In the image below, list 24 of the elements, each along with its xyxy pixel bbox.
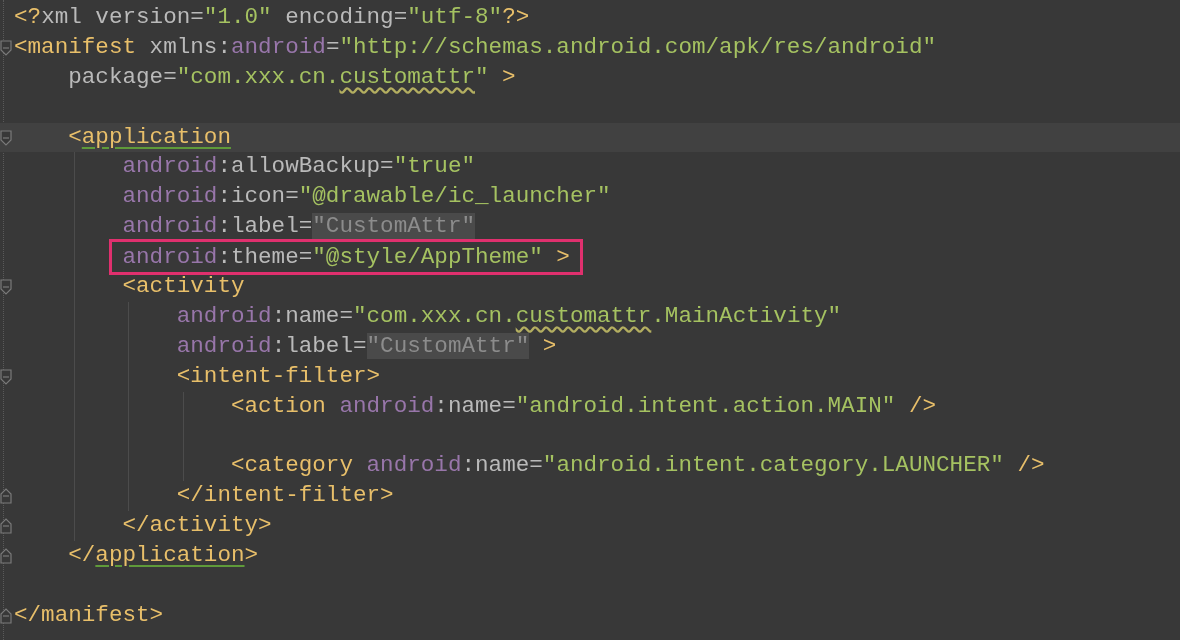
code-line: </manifest> bbox=[14, 600, 164, 630]
fold-icon[interactable] bbox=[0, 488, 12, 505]
code-line: <?xml version="1.0" encoding="utf-8"?> bbox=[14, 3, 530, 32]
code-line: <manifest xmlns:android="http://schemas.android.com/apk/res/android" bbox=[14, 32, 936, 62]
fold-icon[interactable] bbox=[0, 548, 12, 565]
fold-icon[interactable] bbox=[0, 518, 12, 535]
code-line: </intent-filter> bbox=[176, 481, 394, 511]
code-line: <action android:name="android.intent.action.MAIN" /> bbox=[230, 391, 937, 421]
code-line: <application bbox=[68, 122, 231, 152]
fold-icon[interactable] bbox=[0, 607, 12, 624]
code-line: <intent-filter> bbox=[176, 361, 381, 391]
code-line: android:label="CustomAttr" > bbox=[176, 331, 557, 361]
code-line: android:name="com.xxx.cn.customattr.MainActivity" bbox=[176, 301, 842, 331]
fold-icon[interactable] bbox=[0, 279, 12, 295]
code-line: android:label="CustomAttr" bbox=[122, 212, 475, 242]
code-line: </activity> bbox=[122, 511, 272, 541]
fold-icon[interactable] bbox=[0, 129, 12, 146]
code-line: android:icon="@drawable/ic_launcher" bbox=[122, 182, 611, 212]
code-line: package="com.xxx.cn.customattr" > bbox=[68, 62, 516, 92]
code-line: <category android:name="android.intent.category.LAUNCHER" /> bbox=[230, 451, 1045, 481]
fold-icon[interactable] bbox=[0, 39, 12, 56]
fold-icon[interactable] bbox=[0, 368, 12, 385]
code-line: </application> bbox=[68, 541, 259, 571]
code-line: android:allowBackup="true" bbox=[122, 152, 475, 182]
